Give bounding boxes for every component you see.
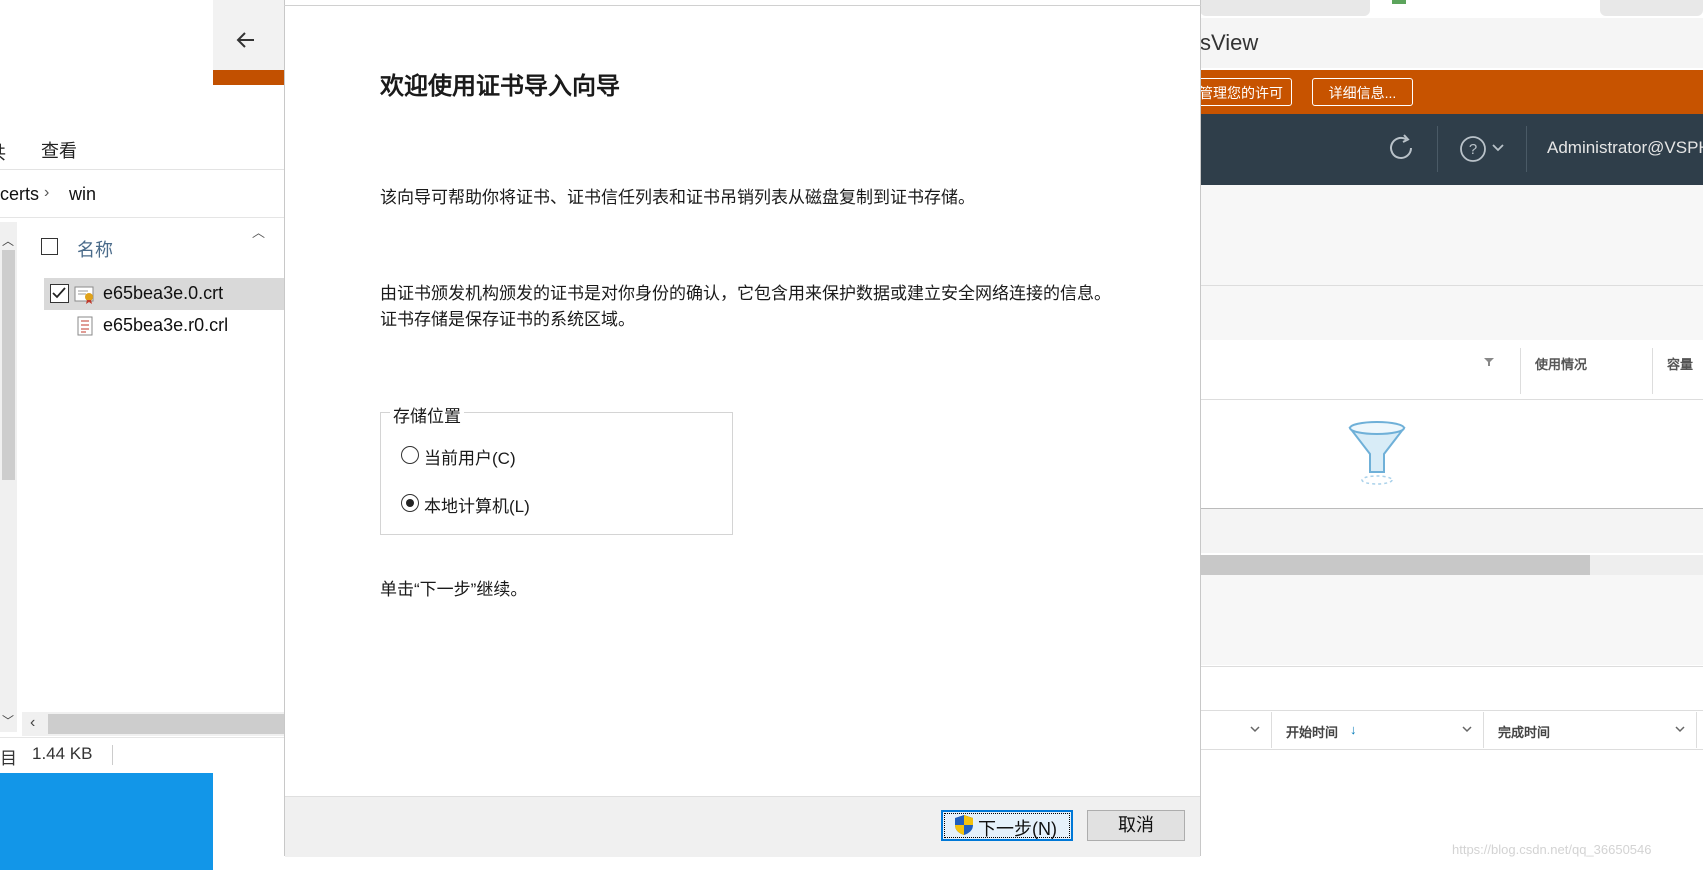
status-item-count: 项目 <box>0 749 17 768</box>
watermark-text: https://blog.csdn.net/qq_36650546 <box>1452 842 1652 857</box>
column-divider <box>1483 712 1484 748</box>
column-divider <box>1652 348 1653 394</box>
local-machine-label[interactable]: 本地计算机(L) <box>424 492 530 517</box>
help-icon[interactable]: ? <box>1459 135 1487 163</box>
column-capacity[interactable]: 容量 <box>1667 354 1693 373</box>
details-button[interactable]: 详细信息... <box>1312 78 1413 106</box>
manage-license-button[interactable]: 管理您的许可证 <box>1186 78 1292 129</box>
ribbon-tab-view[interactable]: 查看 <box>41 137 77 163</box>
horizontal-scroll-thumb[interactable] <box>48 714 284 734</box>
column-divider <box>1696 712 1697 748</box>
breadcrumb-win[interactable]: win <box>69 184 96 205</box>
nav-scroll-thumb[interactable] <box>2 250 15 480</box>
datagrid-footer <box>1200 509 1703 553</box>
tab-favicon-icon <box>1392 0 1406 4</box>
column-usage[interactable]: 使用情况 <box>1535 354 1587 373</box>
user-menu[interactable]: Administrator@VSPH <box>1547 138 1703 158</box>
cancel-button[interactable]: 取消 <box>1087 810 1185 841</box>
sort-descending-icon[interactable]: ↓ <box>1350 722 1357 737</box>
scroll-down-icon[interactable]: ﹀ <box>2 712 14 729</box>
browser-tab-active[interactable] <box>1390 0 1600 16</box>
certificate-file-icon <box>74 286 94 304</box>
chevron-down-icon[interactable] <box>1491 142 1505 154</box>
local-machine-radio[interactable] <box>401 494 419 512</box>
svg-text:?: ? <box>1469 141 1477 158</box>
toolbar-panel <box>1200 286 1703 340</box>
chevron-down-icon[interactable] <box>1249 724 1261 734</box>
wizard-top-border <box>284 5 1201 6</box>
wizard-description: 该向导可帮助你将证书、证书信任列表和证书吊销列表从磁盘复制到证书存储。 <box>380 188 975 207</box>
continue-hint: 单击“下一步”继续。 <box>380 580 528 599</box>
content-panel <box>1200 185 1703 285</box>
column-divider <box>1271 712 1272 748</box>
select-all-checkbox[interactable] <box>41 238 58 255</box>
sort-ascending-icon[interactable]: ︿ <box>252 222 265 241</box>
empty-filter-icon <box>1348 421 1406 485</box>
breadcrumb-certs[interactable]: certs <box>0 184 39 205</box>
status-divider <box>112 745 113 765</box>
refresh-icon[interactable] <box>1386 133 1416 163</box>
scroll-left-icon[interactable]: ‹ <box>30 714 35 732</box>
file-name[interactable]: e65bea3e.r0.crl <box>103 315 228 336</box>
vsphere-app-title: sView <box>1200 30 1259 55</box>
file-checkbox[interactable] <box>50 284 69 303</box>
address-bar[interactable] <box>0 171 284 218</box>
browser-tab[interactable] <box>1600 0 1703 16</box>
status-selection-size: 1.44 KB <box>32 744 93 763</box>
uac-shield-icon <box>955 815 973 835</box>
datagrid-header <box>1200 340 1703 400</box>
panel-divider <box>1200 666 1703 667</box>
column-start-time[interactable]: 开始时间 <box>1286 722 1338 741</box>
recent-tasks-header <box>1200 710 1703 750</box>
wizard-title: 欢迎使用证书导入向导 <box>380 73 620 100</box>
ribbon-tab-share[interactable]: 共 <box>0 139 6 165</box>
vsphere-title-bar <box>1200 18 1703 68</box>
revocation-list-file-icon <box>77 316 93 336</box>
filter-icon[interactable] <box>1484 358 1494 366</box>
header-divider <box>1437 126 1438 172</box>
checkmark-icon <box>52 287 66 299</box>
desktop-background-bottom <box>0 772 213 870</box>
back-arrow-icon[interactable] <box>234 28 258 52</box>
content-panel <box>1200 575 1703 665</box>
current-user-radio[interactable] <box>401 446 419 464</box>
browser-tab[interactable] <box>1200 0 1370 16</box>
horizontal-scroll-thumb[interactable] <box>1200 555 1590 575</box>
file-name[interactable]: e65bea3e.0.crt <box>103 283 223 304</box>
horizontal-scroll-track[interactable] <box>1590 555 1703 575</box>
explorer-accent-strip <box>213 70 284 85</box>
column-divider <box>1520 348 1521 394</box>
column-header-name[interactable]: 名称 <box>77 236 113 262</box>
breadcrumb-chevron-icon[interactable]: › <box>44 184 49 202</box>
column-end-time[interactable]: 完成时间 <box>1498 722 1550 741</box>
chevron-down-icon[interactable] <box>1674 724 1686 734</box>
scroll-up-icon[interactable]: ︿ <box>2 232 14 249</box>
current-user-label[interactable]: 当前用户(C) <box>424 444 516 469</box>
next-button-label[interactable]: 下一步(N) <box>978 815 1057 841</box>
chevron-down-icon[interactable] <box>1461 724 1473 734</box>
store-location-legend: 存储位置 <box>390 402 464 427</box>
wizard-info-text: 由证书颁发机构颁发的证书是对你身份的确认，它包含用来保护数据或建立安全网络连接的… <box>380 284 1111 329</box>
header-divider <box>1526 126 1527 172</box>
